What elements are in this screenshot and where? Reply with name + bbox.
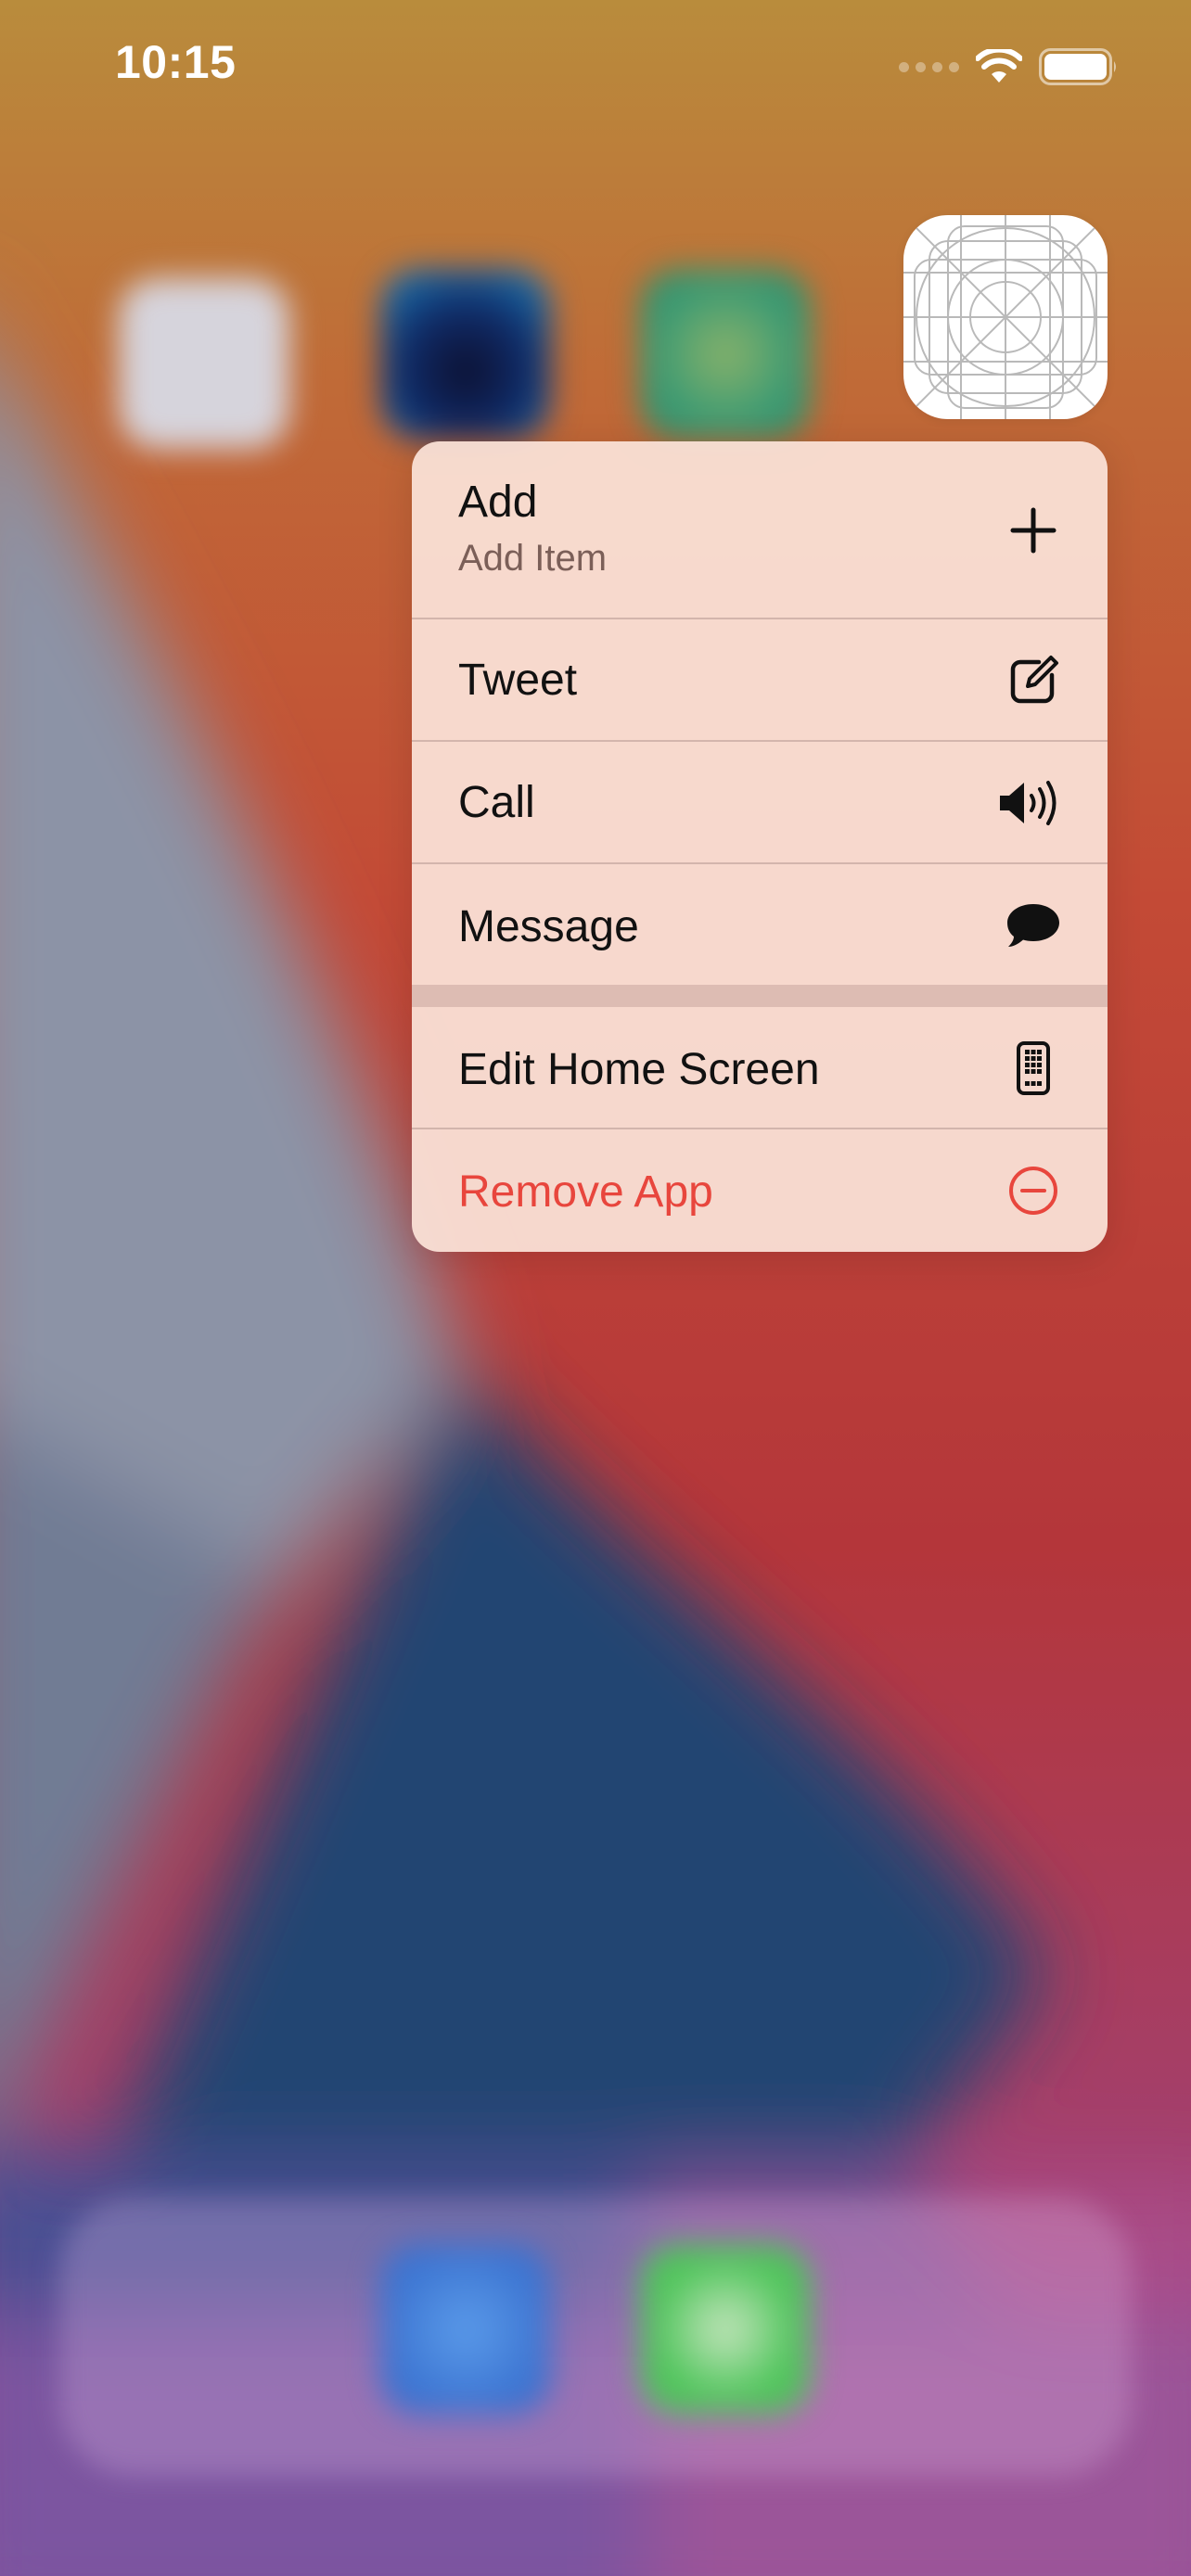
wifi-icon xyxy=(976,49,1022,83)
blurred-app-icon xyxy=(640,2244,811,2415)
menu-item-message[interactable]: Message xyxy=(412,864,1108,985)
menu-item-title: Edit Home Screen xyxy=(458,1045,820,1094)
blurred-app-icon xyxy=(380,2244,551,2415)
menu-item-title: Tweet xyxy=(458,656,578,705)
menu-group-separator xyxy=(412,985,1108,1007)
message-bubble-icon xyxy=(1005,898,1061,953)
app-icon[interactable] xyxy=(903,215,1108,419)
menu-item-title: Add xyxy=(458,478,538,527)
app-icon-template-grid xyxy=(903,215,1108,419)
cellular-signal-icon xyxy=(899,61,959,72)
menu-item-edit-home-screen[interactable]: Edit Home Screen xyxy=(412,1007,1108,1129)
status-time: 10:15 xyxy=(115,36,237,88)
battery-icon xyxy=(1039,48,1116,85)
dock xyxy=(59,2198,1132,2476)
menu-item-tweet[interactable]: Tweet xyxy=(412,619,1108,742)
speaker-wave-icon xyxy=(998,775,1065,831)
blurred-app-icon xyxy=(380,269,551,440)
blurred-app-icon xyxy=(119,278,289,449)
compose-icon xyxy=(1005,653,1061,708)
minus-circle-icon xyxy=(1005,1163,1061,1218)
menu-item-call[interactable]: Call xyxy=(412,742,1108,864)
menu-item-remove-app[interactable]: Remove App xyxy=(412,1129,1108,1252)
menu-item-title: Remove App xyxy=(458,1167,713,1217)
menu-item-subtitle: Add Item xyxy=(458,538,608,579)
menu-item-add[interactable]: Add Add Item xyxy=(412,441,1108,619)
context-menu: Add Add Item Tweet Call Message Edit Hom… xyxy=(412,441,1108,1252)
plus-icon xyxy=(1005,503,1061,558)
blurred-app-icon xyxy=(640,269,811,440)
menu-item-title: Call xyxy=(458,778,535,827)
status-icons xyxy=(899,46,1119,87)
menu-item-title: Message xyxy=(458,902,639,951)
phone-apps-icon xyxy=(1005,1040,1061,1096)
